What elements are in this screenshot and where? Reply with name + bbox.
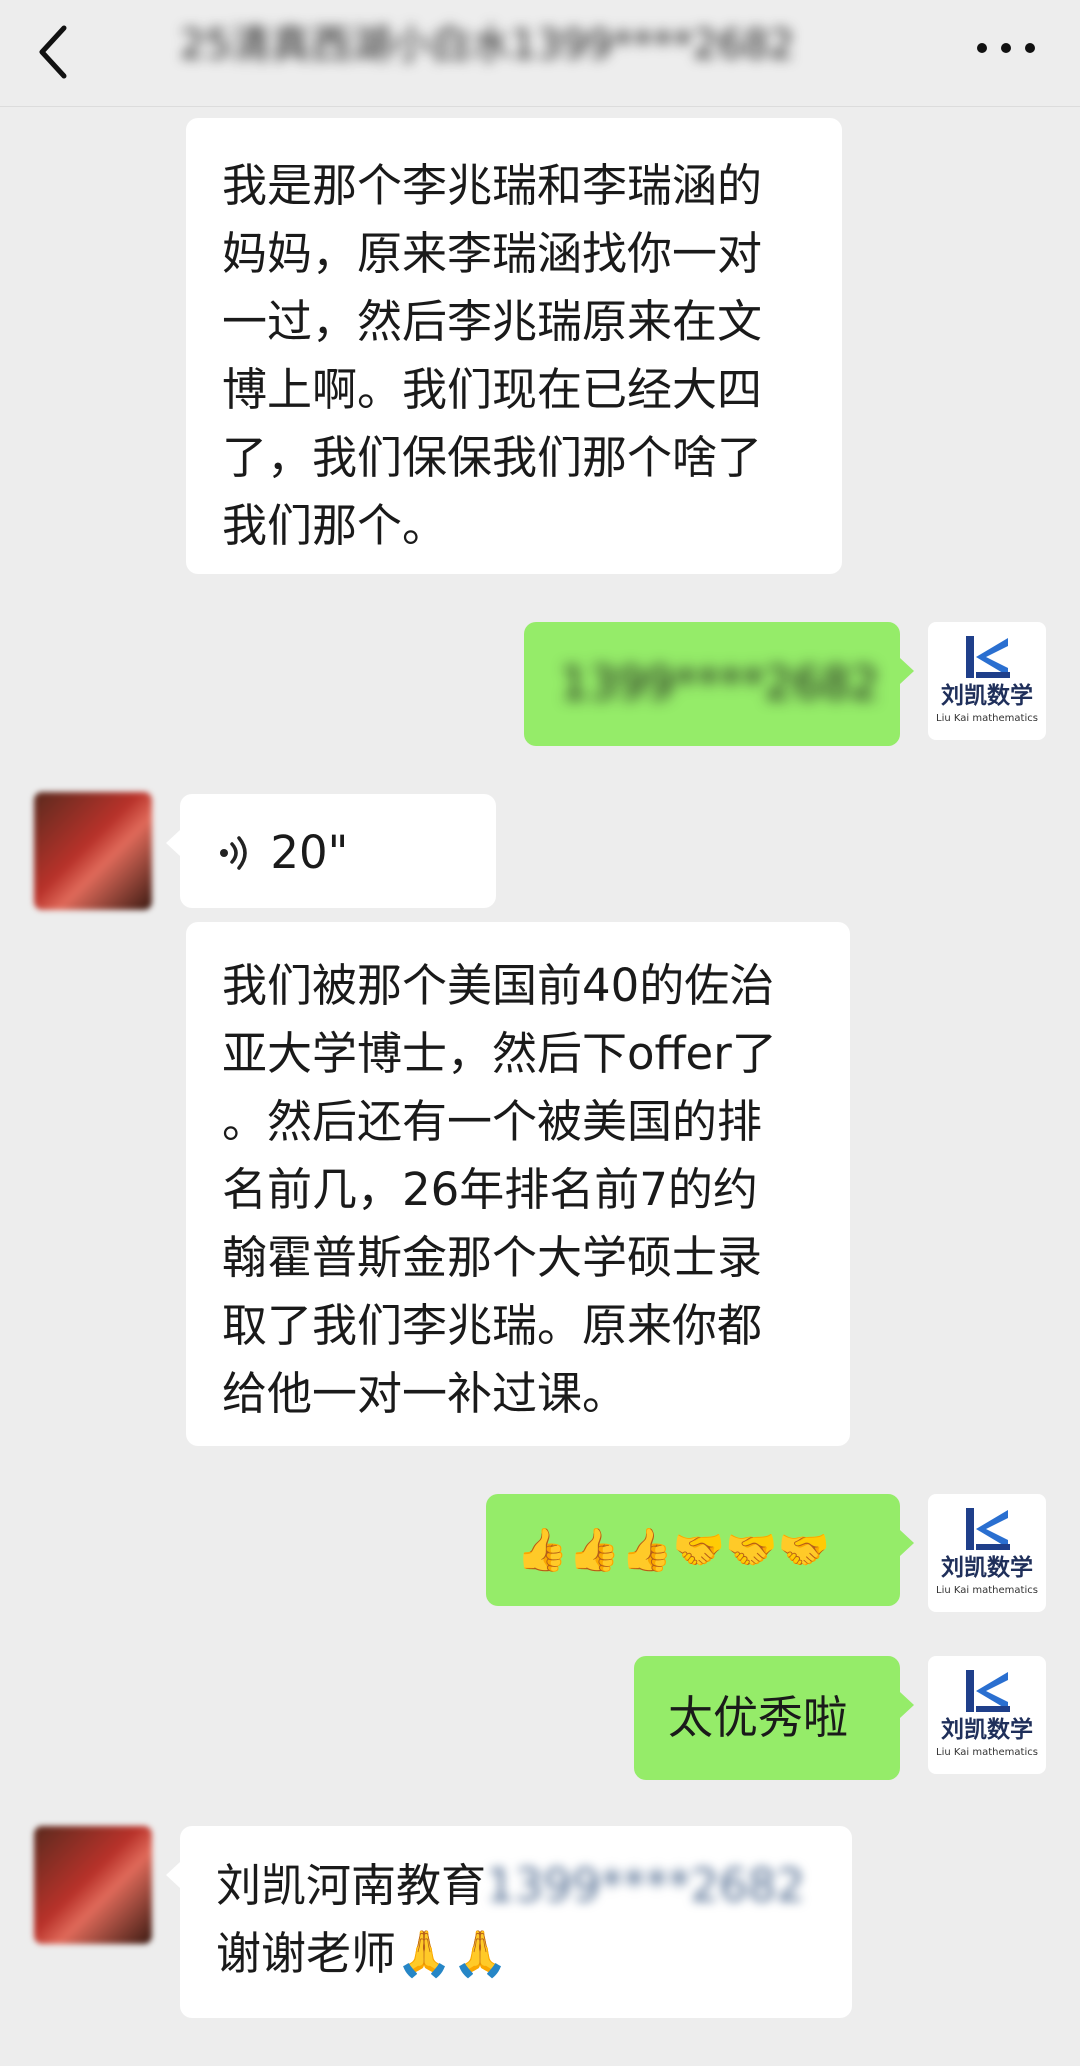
message-bubble-outgoing[interactable]: 1399****2682 bbox=[524, 622, 914, 746]
brand-name-english: Liu Kai mathematics bbox=[936, 1747, 1038, 1758]
message-text-line: 一过，然后李兆瑞原来在文 bbox=[222, 295, 763, 348]
message-text: 太优秀啦 bbox=[668, 1691, 849, 1744]
message-bubble-incoming[interactable]: 我是那个李兆瑞和李瑞涵的 妈妈，原来李瑞涵找你一对 一过，然后李兆瑞原来在文 博… bbox=[186, 118, 842, 574]
contact-name-text: 刘凯河南教育 bbox=[216, 1859, 487, 1912]
self-avatar[interactable]: 刘凯数学 Liu Kai mathematics bbox=[928, 1656, 1046, 1774]
voice-wave-icon bbox=[220, 836, 247, 870]
message-text-line: 。然后还有一个被美国的排 bbox=[222, 1095, 763, 1148]
brand-name-english: Liu Kai mathematics bbox=[936, 713, 1038, 724]
contact-avatar[interactable] bbox=[34, 792, 152, 910]
self-avatar[interactable]: 刘凯数学 Liu Kai mathematics bbox=[928, 1494, 1046, 1612]
voice-duration: 20" bbox=[270, 826, 349, 879]
contact-avatar[interactable] bbox=[34, 1826, 152, 1944]
brand-name: 刘凯数学 bbox=[941, 1555, 1033, 1581]
message-text-line: 取了我们李兆瑞。原来你都 bbox=[222, 1299, 763, 1352]
message-text-line: 我是那个李兆瑞和李瑞涵的 bbox=[222, 159, 763, 212]
message-text-line: 我们那个。 bbox=[222, 499, 448, 552]
voice-message-bubble[interactable]: 20" bbox=[166, 794, 496, 908]
self-avatar[interactable]: 刘凯数学 Liu Kai mathematics bbox=[928, 622, 1046, 740]
phone-number-link[interactable]: 1399****2682 bbox=[486, 1859, 805, 1912]
message-text-line: 了，我们保保我们那个啥了 bbox=[222, 431, 763, 484]
message-text-line: 名前几，26年排名前7的约 bbox=[222, 1163, 758, 1216]
phone-number-text: 1399****2682 bbox=[560, 657, 880, 710]
brand-name: 刘凯数学 bbox=[941, 1717, 1033, 1743]
brand-name-english: Liu Kai mathematics bbox=[936, 1585, 1038, 1596]
chat-header: 25清真西湖小白水1399****2682 bbox=[0, 0, 1080, 107]
message-text-line: 亚大学博士，然后下offer了 bbox=[222, 1027, 777, 1080]
message-text-line: 博上啊。我们现在已经大四 bbox=[222, 363, 763, 416]
message-text-line: 翰霍普斯金那个大学硕士录 bbox=[222, 1231, 763, 1284]
brand-logo-icon bbox=[966, 636, 1010, 678]
message-bubble-outgoing[interactable]: 太优秀啦 bbox=[634, 1656, 914, 1780]
chat-title: 25清真西湖小白水1399****2682 bbox=[180, 22, 795, 68]
message-bubble-incoming[interactable]: 我们被那个美国前40的佐治 亚大学博士，然后下offer了 。然后还有一个被美国… bbox=[186, 922, 850, 1446]
message-bubble-incoming[interactable]: 刘凯河南教育1399****2682 谢谢老师🙏🙏 bbox=[166, 1826, 852, 2018]
message-text-line: 谢谢老师🙏🙏 bbox=[216, 1927, 509, 1980]
message-text-line: 我们被那个美国前40的佐治 bbox=[222, 959, 775, 1012]
more-options-icon[interactable] bbox=[970, 22, 1042, 72]
brand-logo-icon bbox=[966, 1670, 1010, 1712]
message-text-line: 给他一对一补过课。 bbox=[222, 1367, 628, 1420]
emoji-message-text: 👍👍👍🤝🤝🤝 bbox=[516, 1525, 830, 1574]
back-arrow-icon[interactable] bbox=[34, 12, 94, 92]
message-bubble-outgoing[interactable]: 👍👍👍🤝🤝🤝 bbox=[486, 1494, 914, 1606]
brand-name: 刘凯数学 bbox=[941, 683, 1033, 709]
brand-logo-icon bbox=[966, 1508, 1010, 1550]
message-text-line: 妈妈，原来李瑞涵找你一对 bbox=[222, 227, 763, 280]
